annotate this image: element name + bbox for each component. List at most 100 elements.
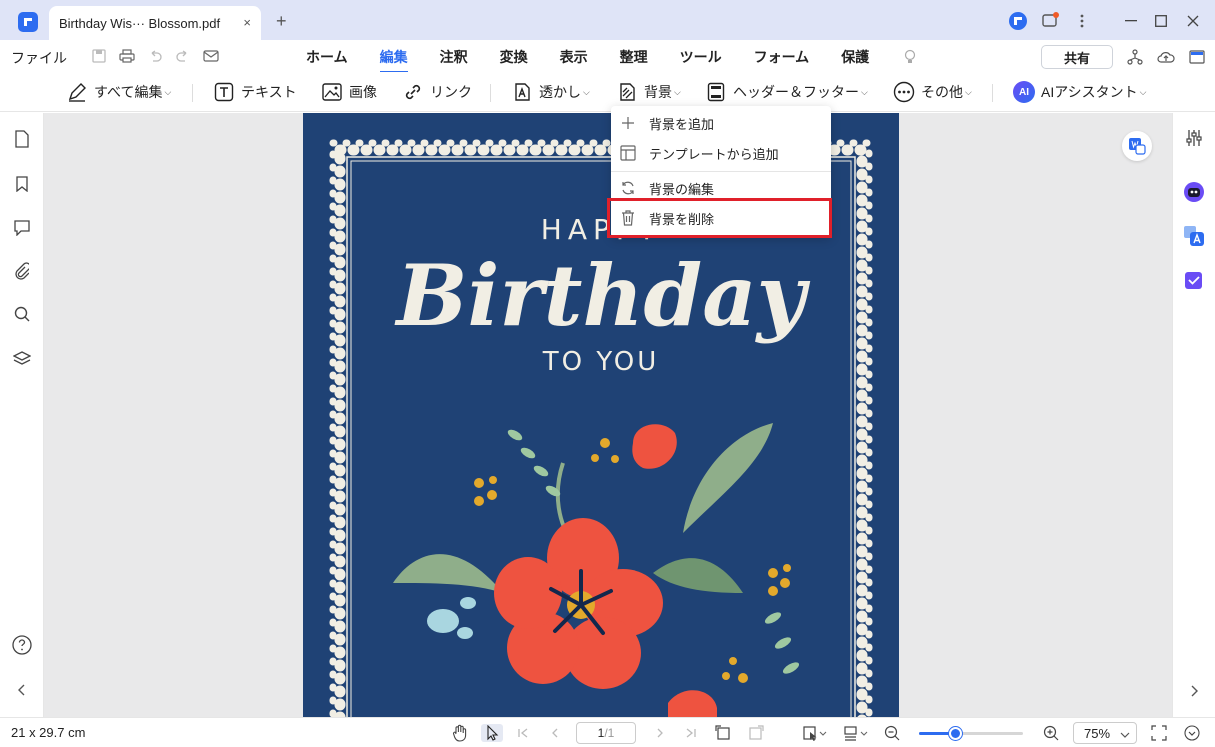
- maximize-icon[interactable]: [1149, 10, 1173, 32]
- panel-icon[interactable]: [1188, 48, 1206, 66]
- close-window-icon[interactable]: [1181, 10, 1205, 32]
- refresh-icon: [619, 179, 637, 197]
- document-tab-title: Birthday Wis··· Blossom.pdf: [59, 15, 221, 31]
- menu-item-add-from-template[interactable]: テンプレートから追加: [611, 138, 831, 168]
- chevron-down-icon: ⌵: [164, 86, 172, 97]
- ai-robot-icon[interactable]: [1183, 181, 1205, 203]
- tab-close-icon[interactable]: ×: [243, 15, 251, 30]
- toolbar-divider: [490, 84, 491, 102]
- watermark-button[interactable]: 透かし ⌵: [511, 78, 590, 106]
- properties-sliders-icon[interactable]: [1183, 127, 1205, 149]
- page-size-text: 21 x 29.7 cm: [11, 725, 86, 740]
- lightbulb-icon[interactable]: [901, 48, 919, 66]
- first-page-icon[interactable]: [514, 724, 532, 742]
- pen-edit-icon: [66, 81, 88, 103]
- tab-home[interactable]: ホーム: [306, 47, 348, 67]
- tab-annotate[interactable]: 注釈: [440, 47, 468, 67]
- undo-icon[interactable]: [146, 47, 164, 65]
- layers-icon[interactable]: [12, 349, 32, 369]
- background-label: 背景: [644, 84, 672, 100]
- collapse-left-icon[interactable]: [12, 680, 32, 700]
- menu-item-add-background[interactable]: 背景を追加: [611, 108, 831, 138]
- collapse-statusbar-icon[interactable]: [1183, 724, 1201, 742]
- search-icon[interactable]: [12, 304, 32, 324]
- zoom-slider[interactable]: [919, 727, 1023, 740]
- hand-tool-icon[interactable]: [451, 724, 469, 742]
- save-icon[interactable]: [90, 47, 108, 65]
- menu-item-label: テンプレートから追加: [649, 146, 779, 162]
- zoom-level-select[interactable]: 75%: [1073, 722, 1137, 744]
- image-icon: [321, 81, 343, 103]
- app-logo-small-icon[interactable]: [1006, 10, 1030, 32]
- prev-page-icon[interactable]: [546, 724, 564, 742]
- zoom-slider-handle[interactable]: [949, 727, 963, 740]
- task-check-icon[interactable]: [1183, 269, 1205, 291]
- highlight-box: [607, 198, 832, 238]
- print-icon[interactable]: [118, 47, 136, 65]
- edit-all-label: すべて編集: [94, 84, 163, 100]
- more-label: その他: [921, 84, 963, 100]
- share-button[interactable]: 共有: [1041, 45, 1113, 69]
- tab-organize[interactable]: 整理: [620, 47, 648, 67]
- tab-form[interactable]: フォーム: [754, 47, 810, 67]
- ai-assistant-label: AIアシスタント: [1041, 84, 1138, 100]
- watermark-label: 透かし: [539, 84, 581, 100]
- more-button[interactable]: その他 ⌵: [893, 78, 972, 106]
- share-network-icon[interactable]: [1126, 48, 1144, 66]
- link-button[interactable]: リンク: [402, 78, 472, 106]
- convert-word-icon[interactable]: [1122, 131, 1152, 161]
- image-label: 画像: [349, 84, 377, 100]
- help-icon[interactable]: [12, 635, 32, 655]
- notification-icon[interactable]: [1038, 10, 1062, 32]
- tab-view[interactable]: 表示: [560, 47, 588, 67]
- zoom-in-icon[interactable]: [1042, 724, 1060, 742]
- chevron-down-icon: [1120, 726, 1130, 741]
- collapse-right-icon[interactable]: [1183, 680, 1205, 702]
- edit-all-button[interactable]: すべて編集 ⌵: [66, 78, 171, 106]
- header-footer-button[interactable]: ヘッダー＆フッター ⌵: [705, 78, 868, 106]
- zoom-level-value: 75%: [1084, 725, 1111, 741]
- ai-assistant-button[interactable]: AI AIアシスタント ⌵: [1013, 78, 1147, 106]
- fit-page-icon[interactable]: [1150, 724, 1168, 742]
- translate-icon[interactable]: [1183, 225, 1205, 247]
- chevron-down-icon: ⌵: [861, 86, 868, 97]
- background-button[interactable]: 背景 ⌵: [616, 78, 681, 106]
- menu-bar: ファイル ホーム 編集 注釈 変換 表示 整理 ツール フォーム 保護 共有: [0, 40, 1215, 73]
- select-tool-icon[interactable]: [481, 724, 503, 742]
- redo-icon[interactable]: [174, 47, 192, 65]
- attachment-icon[interactable]: [12, 261, 32, 281]
- tab-convert[interactable]: 変換: [500, 47, 528, 67]
- comment-icon[interactable]: [12, 218, 32, 238]
- rotate-page-icon[interactable]: [714, 724, 732, 742]
- edit-toolbar: すべて編集 ⌵ テキスト 画像 リンク 透かし ⌵ 背景 ⌵ ヘッダー＆フッター…: [0, 72, 1215, 112]
- page-thumbnail-icon[interactable]: [12, 129, 32, 149]
- tab-tools[interactable]: ツール: [680, 47, 722, 67]
- chevron-down-icon: ⌵: [1139, 86, 1147, 97]
- more-horizontal-icon: [893, 81, 915, 103]
- rotate-page-right-icon[interactable]: [747, 724, 765, 742]
- menu-item-label: 背景を追加: [649, 116, 715, 132]
- bookmark-icon[interactable]: [12, 174, 32, 194]
- more-vertical-icon[interactable]: [1070, 10, 1094, 32]
- template-icon: [619, 144, 637, 162]
- mail-icon[interactable]: [202, 47, 220, 65]
- menu-tabs: ホーム 編集 注釈 変換 表示 整理 ツール フォーム 保護: [306, 47, 901, 73]
- new-tab-button[interactable]: +: [276, 11, 287, 32]
- select-mode-icon[interactable]: [802, 724, 828, 742]
- menu-file[interactable]: ファイル: [11, 48, 67, 68]
- image-button[interactable]: 画像: [321, 78, 377, 106]
- next-page-icon[interactable]: [651, 724, 669, 742]
- cloud-upload-icon[interactable]: [1157, 48, 1175, 66]
- document-tab[interactable]: Birthday Wis··· Blossom.pdf ×: [49, 6, 261, 40]
- last-page-icon[interactable]: [682, 724, 700, 742]
- page-display-icon[interactable]: [843, 724, 869, 742]
- tab-protect[interactable]: 保護: [841, 47, 869, 67]
- menu-divider: [611, 171, 831, 172]
- chevron-down-icon: ⌵: [583, 86, 590, 97]
- zoom-out-icon[interactable]: [883, 724, 901, 742]
- tab-edit[interactable]: 編集: [379, 47, 408, 73]
- page-number-field[interactable]: 1 /1: [576, 722, 636, 744]
- header-footer-label: ヘッダー＆フッター: [733, 84, 859, 100]
- text-button[interactable]: テキスト: [213, 78, 297, 106]
- minimize-icon[interactable]: [1119, 10, 1143, 32]
